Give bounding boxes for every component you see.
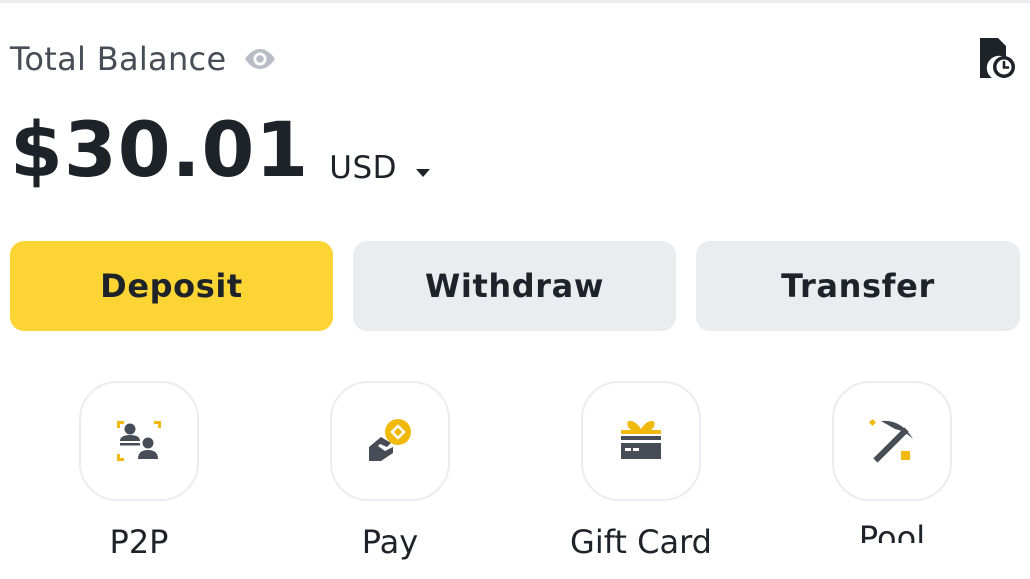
shortcut-pool[interactable]	[832, 381, 952, 501]
shortcut-pool-label: Pool	[858, 519, 926, 543]
shortcut-gift-card[interactable]: Gift Card	[570, 381, 712, 561]
shortcut-gift-card-tile[interactable]	[581, 381, 701, 501]
history-icon[interactable]	[976, 36, 1016, 80]
gift-card-icon	[621, 421, 661, 459]
deposit-button[interactable]: Deposit	[10, 241, 333, 331]
balance-row: $30.01 USD	[10, 108, 431, 192]
pay-icon	[369, 419, 411, 461]
eye-icon[interactable]	[242, 45, 278, 73]
currency-label: USD	[329, 150, 398, 186]
top-divider	[0, 0, 1030, 3]
currency-selector[interactable]: USD	[329, 150, 431, 186]
shortcut-pool-tile[interactable]	[832, 381, 952, 501]
p2p-icon	[117, 421, 161, 461]
caret-down-icon	[415, 163, 431, 177]
total-balance-label: Total Balance	[10, 40, 227, 78]
total-balance-header: Total Balance	[10, 40, 278, 78]
shortcut-p2p[interactable]: P2P	[79, 381, 199, 561]
transfer-button[interactable]: Transfer	[696, 241, 1020, 331]
shortcut-pay[interactable]: Pay	[330, 381, 450, 561]
shortcut-pay-label: Pay	[361, 523, 419, 561]
shortcut-p2p-label: P2P	[109, 523, 169, 561]
shortcut-pay-tile[interactable]	[330, 381, 450, 501]
shortcut-gift-card-label: Gift Card	[570, 523, 712, 561]
pickaxe-icon	[868, 418, 913, 463]
shortcut-pool-label-clip: Pool	[772, 519, 1012, 543]
withdraw-button[interactable]: Withdraw	[353, 241, 676, 331]
shortcut-p2p-tile[interactable]	[79, 381, 199, 501]
balance-amount: $30.01	[10, 105, 310, 194]
